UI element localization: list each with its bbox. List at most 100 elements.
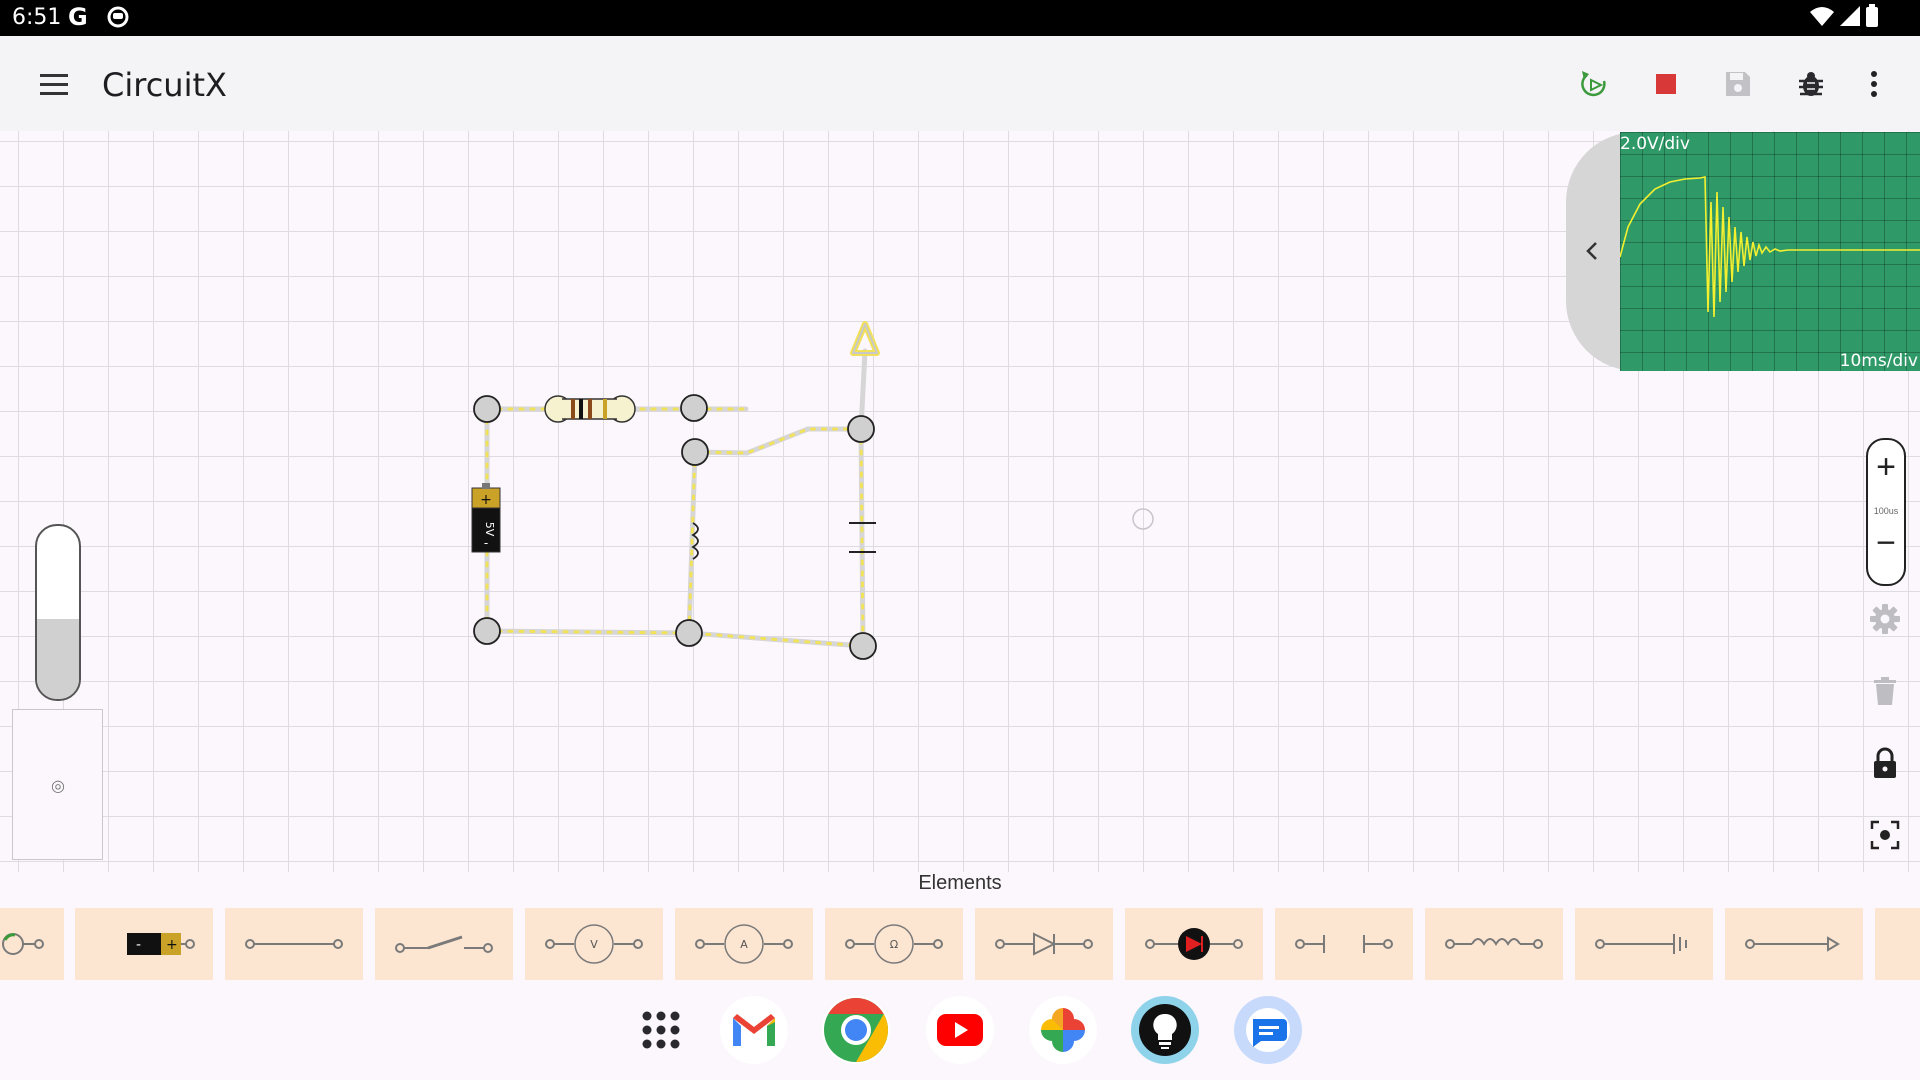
element-cell[interactable] bbox=[0, 908, 64, 980]
chrome-icon bbox=[824, 998, 888, 1062]
ammeter-letter: A bbox=[740, 938, 748, 951]
element-voltmeter[interactable]: V bbox=[525, 908, 663, 980]
probe-icon bbox=[1745, 936, 1840, 952]
ground-icon bbox=[1595, 934, 1687, 954]
oscilloscope: 2.0V/div 10ms/div bbox=[1620, 132, 1920, 371]
chat-bubble-icon bbox=[1246, 1008, 1290, 1052]
node bbox=[847, 415, 875, 443]
element-diode[interactable] bbox=[975, 908, 1113, 980]
notification-icon bbox=[107, 6, 129, 28]
voltmeter-icon: V bbox=[545, 924, 643, 964]
ohmmeter-icon: Ω bbox=[845, 924, 943, 964]
nodes[interactable] bbox=[473, 394, 877, 660]
elements-title: Elements bbox=[918, 872, 1002, 894]
battery-minus-sign: - bbox=[136, 937, 141, 953]
element-led[interactable] bbox=[1125, 908, 1263, 980]
settings-button[interactable] bbox=[1866, 600, 1904, 638]
node bbox=[681, 438, 709, 466]
chrome-app[interactable] bbox=[822, 996, 890, 1064]
focus-center-icon bbox=[1870, 820, 1900, 850]
tips-app[interactable] bbox=[1131, 996, 1199, 1064]
node bbox=[675, 619, 703, 647]
battery-plus-sign: + bbox=[166, 937, 178, 953]
led-icon bbox=[1145, 928, 1243, 960]
app-grid-icon bbox=[642, 1011, 680, 1049]
element-inductor[interactable] bbox=[1425, 908, 1563, 980]
zoom-control: + 100us − bbox=[1866, 438, 1906, 586]
switch-icon bbox=[395, 935, 493, 953]
battery-voltage-label: 5V bbox=[483, 522, 496, 537]
youtube-icon bbox=[937, 1014, 983, 1046]
google-icon: G bbox=[68, 3, 88, 31]
fit-screen-button[interactable] bbox=[1866, 816, 1904, 854]
battery-icon bbox=[1866, 4, 1878, 27]
cell-signal-icon bbox=[1840, 6, 1860, 26]
simulation-speed-slider[interactable] bbox=[35, 524, 81, 701]
wifi-icon bbox=[1810, 7, 1834, 26]
stop-icon bbox=[1656, 74, 1676, 94]
overflow-menu-button[interactable] bbox=[1856, 66, 1892, 102]
messages-app[interactable] bbox=[1234, 996, 1302, 1064]
app-dock bbox=[0, 980, 1920, 1080]
diode-icon bbox=[995, 932, 1093, 956]
battery-minus-label: - bbox=[484, 536, 488, 550]
stop-button[interactable] bbox=[1648, 66, 1684, 102]
node bbox=[473, 395, 501, 423]
delete-button[interactable] bbox=[1866, 672, 1904, 710]
status-time: 6:51 bbox=[12, 5, 62, 30]
node bbox=[473, 617, 501, 645]
element-probe[interactable] bbox=[1725, 908, 1863, 980]
photos-icon bbox=[1041, 1008, 1085, 1052]
battery[interactable]: + 5V - bbox=[471, 483, 501, 553]
elements-palette[interactable]: - + V A Ω bbox=[0, 908, 1920, 980]
battery-plus-label: + bbox=[480, 492, 492, 508]
reset-simulation-button[interactable] bbox=[1576, 66, 1612, 102]
debug-button[interactable] bbox=[1793, 66, 1829, 102]
youtube-app[interactable] bbox=[926, 996, 994, 1064]
cell-icon bbox=[2, 933, 44, 955]
ammeter-icon: A bbox=[695, 924, 793, 964]
slider-fill bbox=[37, 619, 79, 699]
scope-waveform bbox=[1620, 176, 1920, 318]
capacitor-icon bbox=[1295, 935, 1393, 953]
element-more[interactable] bbox=[1875, 908, 1920, 980]
save-button[interactable] bbox=[1720, 66, 1756, 102]
photos-app[interactable] bbox=[1029, 996, 1097, 1064]
voltmeter-letter: V bbox=[590, 938, 598, 951]
zoom-out-button[interactable]: − bbox=[1868, 526, 1904, 560]
lock-button[interactable] bbox=[1866, 744, 1904, 782]
element-battery[interactable]: - + bbox=[75, 908, 213, 980]
element-ohmmeter[interactable]: Ω bbox=[825, 908, 963, 980]
trash-icon bbox=[1874, 677, 1896, 705]
wire-icon bbox=[245, 939, 343, 949]
more-vert-icon bbox=[1871, 71, 1877, 97]
bug-icon bbox=[1799, 72, 1823, 96]
element-wire[interactable] bbox=[225, 908, 363, 980]
element-ground[interactable] bbox=[1575, 908, 1713, 980]
app-title: CircuitX bbox=[102, 66, 227, 104]
cursor-target-icon bbox=[1132, 508, 1154, 530]
gmail-app[interactable] bbox=[720, 996, 788, 1064]
replay-icon bbox=[1581, 71, 1606, 97]
minimap[interactable]: ◎ bbox=[12, 709, 103, 860]
menu-button[interactable] bbox=[36, 66, 72, 102]
wires[interactable] bbox=[484, 348, 868, 649]
app-drawer-button[interactable] bbox=[627, 996, 695, 1064]
more-element-icon bbox=[1914, 924, 1920, 964]
element-ammeter[interactable]: A bbox=[675, 908, 813, 980]
battery-element-icon: - + bbox=[127, 933, 195, 955]
element-switch[interactable] bbox=[375, 908, 513, 980]
zoom-in-button[interactable]: + bbox=[1868, 450, 1904, 484]
lock-icon bbox=[1874, 747, 1896, 778]
status-bar: 6:51 G bbox=[0, 0, 1920, 36]
lightbulb-icon bbox=[1139, 1004, 1191, 1056]
ohmmeter-letter: Ω bbox=[890, 938, 898, 951]
node bbox=[849, 632, 877, 660]
resistor[interactable] bbox=[544, 395, 636, 423]
zoom-level: 100us bbox=[1873, 506, 1899, 516]
element-capacitor[interactable] bbox=[1275, 908, 1413, 980]
minimap-marker-icon: ◎ bbox=[51, 778, 65, 795]
node bbox=[680, 394, 708, 422]
app-bar: CircuitX bbox=[0, 36, 1920, 131]
inductor-icon bbox=[1445, 938, 1543, 949]
